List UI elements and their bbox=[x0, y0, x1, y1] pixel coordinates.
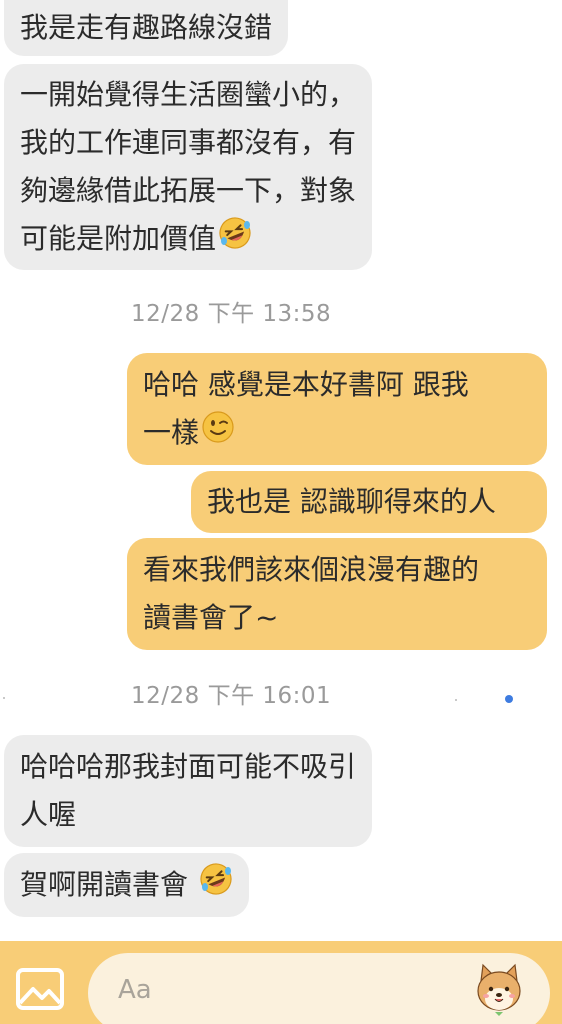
decorative-speck bbox=[3, 697, 5, 699]
timestamp: 12/28 下午 16:01 bbox=[131, 683, 332, 709]
received-message-bubble[interactable]: 哈哈哈那我封面可能不吸引 人喔 bbox=[4, 735, 373, 847]
message-text: 我的工作連同事都沒有，有 bbox=[20, 126, 357, 159]
message-text: 夠邊緣借此拓展一下，對象 bbox=[20, 174, 357, 207]
message-text: 哈哈哈那我封面可能不吸引 bbox=[20, 750, 357, 783]
received-message-bubble[interactable]: 賀啊開讀書會 bbox=[4, 853, 249, 917]
message-text: 一樣 bbox=[143, 416, 200, 449]
shiba-sticker-icon[interactable] bbox=[468, 959, 530, 1021]
received-message-bubble[interactable]: 一開始覺得生活圈蠻小的， 我的工作連同事都沒有，有 夠邊緣借此拓展一下，對象 可… bbox=[4, 64, 373, 270]
message-line: 一樣 bbox=[143, 409, 531, 457]
rofl-emoji bbox=[218, 216, 252, 265]
input-placeholder: Aa bbox=[118, 975, 152, 1005]
sent-message-bubble[interactable]: 我也是 認識聊得來的人 bbox=[191, 471, 547, 533]
decorative-speck bbox=[455, 699, 457, 701]
message-text: 我也是 認識聊得來的人 bbox=[207, 485, 496, 518]
sent-message-bubble[interactable]: 哈哈 感覺是本好書阿 跟我 一樣 bbox=[127, 353, 547, 465]
message-line: 賀啊開讀書會 bbox=[20, 861, 233, 909]
message-text: 一開始覺得生活圈蠻小的， bbox=[20, 78, 357, 111]
message-text: 賀啊開讀書會 bbox=[20, 868, 197, 901]
rofl-emoji bbox=[199, 862, 233, 911]
message-text: 人喔 bbox=[20, 798, 77, 831]
received-message-bubble[interactable]: 我是走有趣路線沒錯 bbox=[4, 0, 289, 56]
message-line: 可能是附加價值 bbox=[20, 215, 356, 263]
sent-message-bubble[interactable]: 看來我們該來個浪漫有趣的 讀書會了~ bbox=[127, 538, 547, 650]
message-input-bar: Aa bbox=[0, 941, 562, 1024]
message-text: 我是走有趣路線沒錯 bbox=[20, 11, 273, 44]
image-gallery-icon[interactable] bbox=[14, 965, 66, 1013]
unread-dot bbox=[505, 695, 513, 703]
chat-screen: 我是走有趣路線沒錯 一開始覺得生活圈蠻小的， 我的工作連同事都沒有，有 夠邊緣借… bbox=[0, 0, 562, 1024]
timestamp: 12/28 下午 13:58 bbox=[131, 301, 332, 327]
message-text: 讀書會了~ bbox=[143, 601, 279, 634]
message-text: 可能是附加價值 bbox=[20, 222, 217, 255]
message-text: 看來我們該來個浪漫有趣的 bbox=[143, 553, 480, 586]
message-text: 哈哈 感覺是本好書阿 跟我 bbox=[143, 368, 469, 401]
message-input-field[interactable]: Aa bbox=[88, 953, 550, 1024]
wink-emoji bbox=[201, 410, 235, 459]
